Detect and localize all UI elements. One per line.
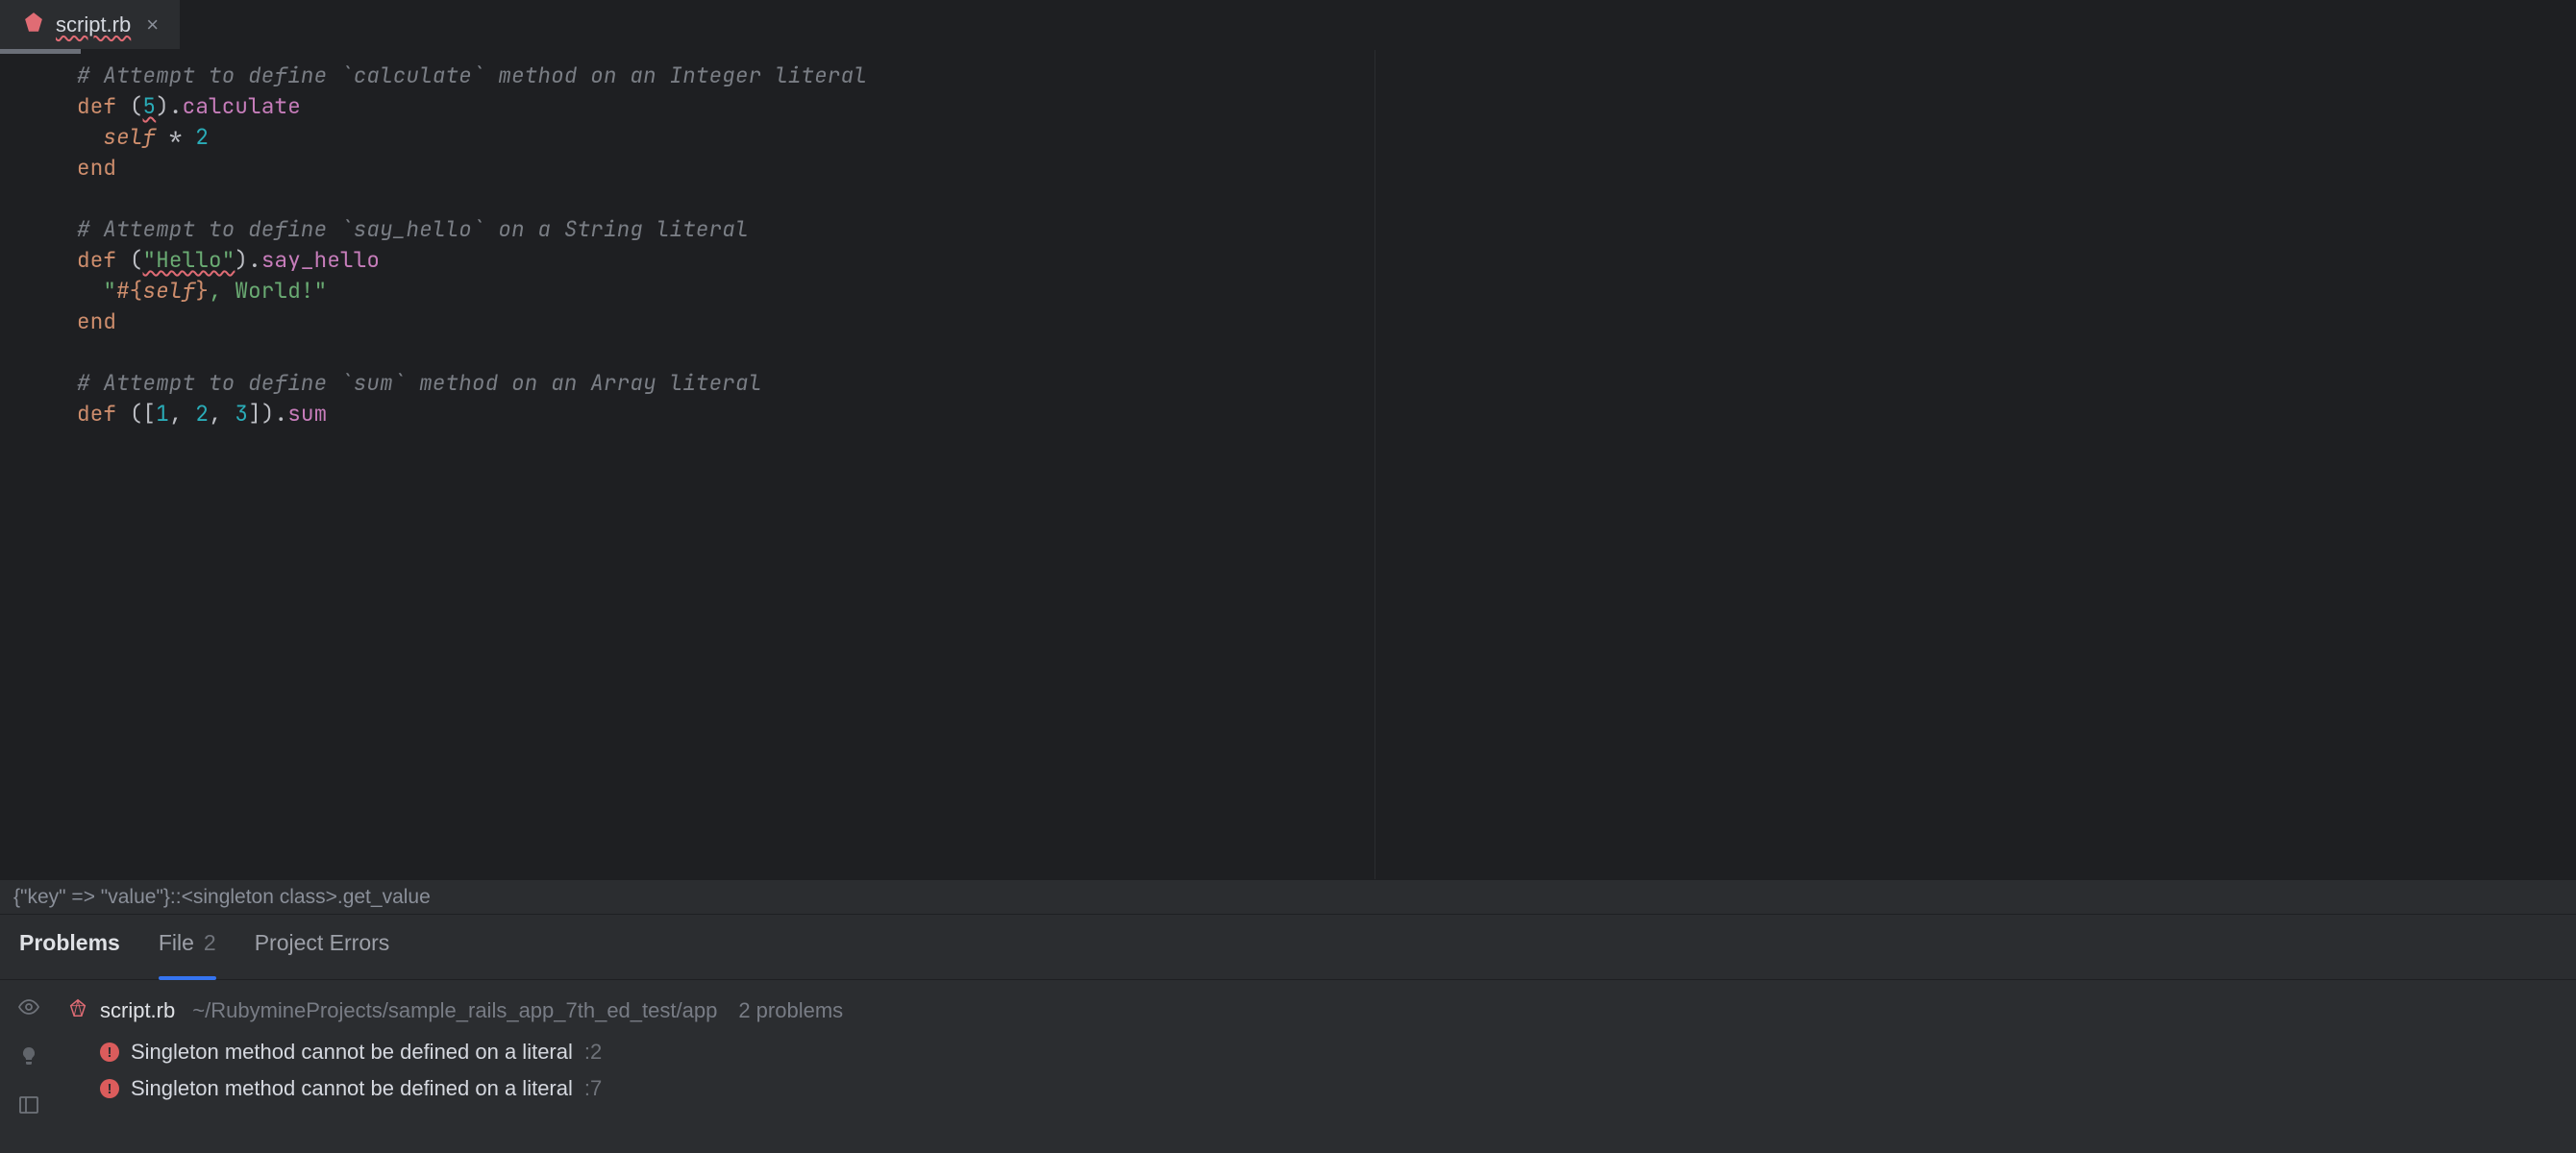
editor-gutter xyxy=(0,50,77,879)
code-comment: # Attempt to define `calculate` method o… xyxy=(77,61,867,89)
error-icon: ! xyxy=(100,1043,119,1062)
tab-problems-label: Problems xyxy=(19,930,120,956)
code-comment: # Attempt to define `say_hello` on a Str… xyxy=(77,214,749,243)
problem-text: Singleton method cannot be defined on a … xyxy=(131,1040,573,1065)
ruby-icon xyxy=(23,12,44,37)
eye-icon[interactable] xyxy=(17,995,40,1023)
tab-file-label: File xyxy=(159,930,194,956)
code-indent xyxy=(77,276,103,305)
code-number: 2 xyxy=(195,122,209,151)
code-self: self xyxy=(143,276,196,305)
code-punct: ). xyxy=(156,91,182,120)
code-literal-error: 5 xyxy=(143,91,157,120)
problems-file-count: 2 problems xyxy=(738,998,843,1023)
code-keyword: def xyxy=(77,245,116,274)
code-self: self xyxy=(103,122,156,151)
problems-file-header[interactable]: script.rb ~/RubymineProjects/sample_rail… xyxy=(67,994,2576,1034)
panel-toolbar xyxy=(0,980,58,1153)
tab-bar: script.rb × xyxy=(0,0,2576,50)
code-keyword: end xyxy=(77,307,116,335)
ruby-icon xyxy=(67,997,88,1024)
problem-item[interactable]: ! Singleton method cannot be defined on … xyxy=(67,1034,2576,1070)
breadcrumb-text: {"key" => "value"}::<singleton class>.ge… xyxy=(13,886,431,909)
tab-file[interactable]: File 2 xyxy=(159,930,216,968)
code-number: 2 xyxy=(195,399,209,428)
problem-line: :2 xyxy=(584,1040,602,1065)
code-punct: ( xyxy=(116,91,142,120)
code-method-name: calculate xyxy=(183,91,301,120)
code-interp-close: } xyxy=(195,276,209,305)
problems-panel: Problems File 2 Project Errors xyxy=(0,914,2576,1153)
problems-file-name: script.rb xyxy=(100,998,175,1023)
code-keyword: end xyxy=(77,153,116,182)
panel-tab-strip: Problems File 2 Project Errors xyxy=(0,915,2576,980)
tab-dirty-indicator xyxy=(0,49,81,54)
breadcrumb[interactable]: {"key" => "value"}::<singleton class>.ge… xyxy=(0,879,2576,914)
code-operator: * xyxy=(156,122,195,151)
code-comment: # Attempt to define `sum` method on an A… xyxy=(77,368,761,397)
code-literal-error: "Hello" xyxy=(143,245,235,274)
problem-text: Singleton method cannot be defined on a … xyxy=(131,1076,573,1101)
code-string: " xyxy=(103,276,116,305)
close-icon[interactable]: × xyxy=(142,9,162,41)
code-interp-open: #{ xyxy=(116,276,142,305)
code-method-name: sum xyxy=(287,399,327,428)
code-indent xyxy=(77,122,103,151)
tab-file-count: 2 xyxy=(204,930,216,956)
app-root: script.rb × # Attempt to define `calcula… xyxy=(0,0,2576,1153)
code-punct: ]). xyxy=(248,399,287,428)
problem-item[interactable]: ! Singleton method cannot be defined on … xyxy=(67,1070,2576,1107)
error-icon: ! xyxy=(100,1079,119,1098)
code-keyword: def xyxy=(77,91,116,120)
bulb-icon[interactable] xyxy=(17,1044,40,1072)
editor[interactable]: # Attempt to define `calculate` method o… xyxy=(0,50,2576,879)
tab-problems[interactable]: Problems xyxy=(19,930,120,968)
tab-project-errors[interactable]: Project Errors xyxy=(255,930,390,968)
code-number: 3 xyxy=(235,399,248,428)
layout-icon[interactable] xyxy=(17,1093,40,1121)
problems-list: script.rb ~/RubymineProjects/sample_rail… xyxy=(58,980,2576,1153)
code-punct: ([ xyxy=(116,399,156,428)
problems-file-path: ~/RubymineProjects/sample_rails_app_7th_… xyxy=(192,998,717,1023)
code-punct: , xyxy=(209,399,235,428)
code-punct: , xyxy=(169,399,195,428)
tab-project-errors-label: Project Errors xyxy=(255,930,390,956)
code-punct: ( xyxy=(116,245,142,274)
code-keyword: def xyxy=(77,399,116,428)
problem-line: :7 xyxy=(584,1076,602,1101)
code-method-name: say_hello xyxy=(261,245,380,274)
code-punct: ). xyxy=(235,245,260,274)
tab-title: script.rb xyxy=(56,12,131,37)
code-area[interactable]: # Attempt to define `calculate` method o… xyxy=(77,50,2576,429)
editor-tab[interactable]: script.rb × xyxy=(0,0,180,49)
code-string: , World!" xyxy=(209,276,327,305)
tab-file-underline xyxy=(159,976,216,980)
code-number: 1 xyxy=(156,399,169,428)
